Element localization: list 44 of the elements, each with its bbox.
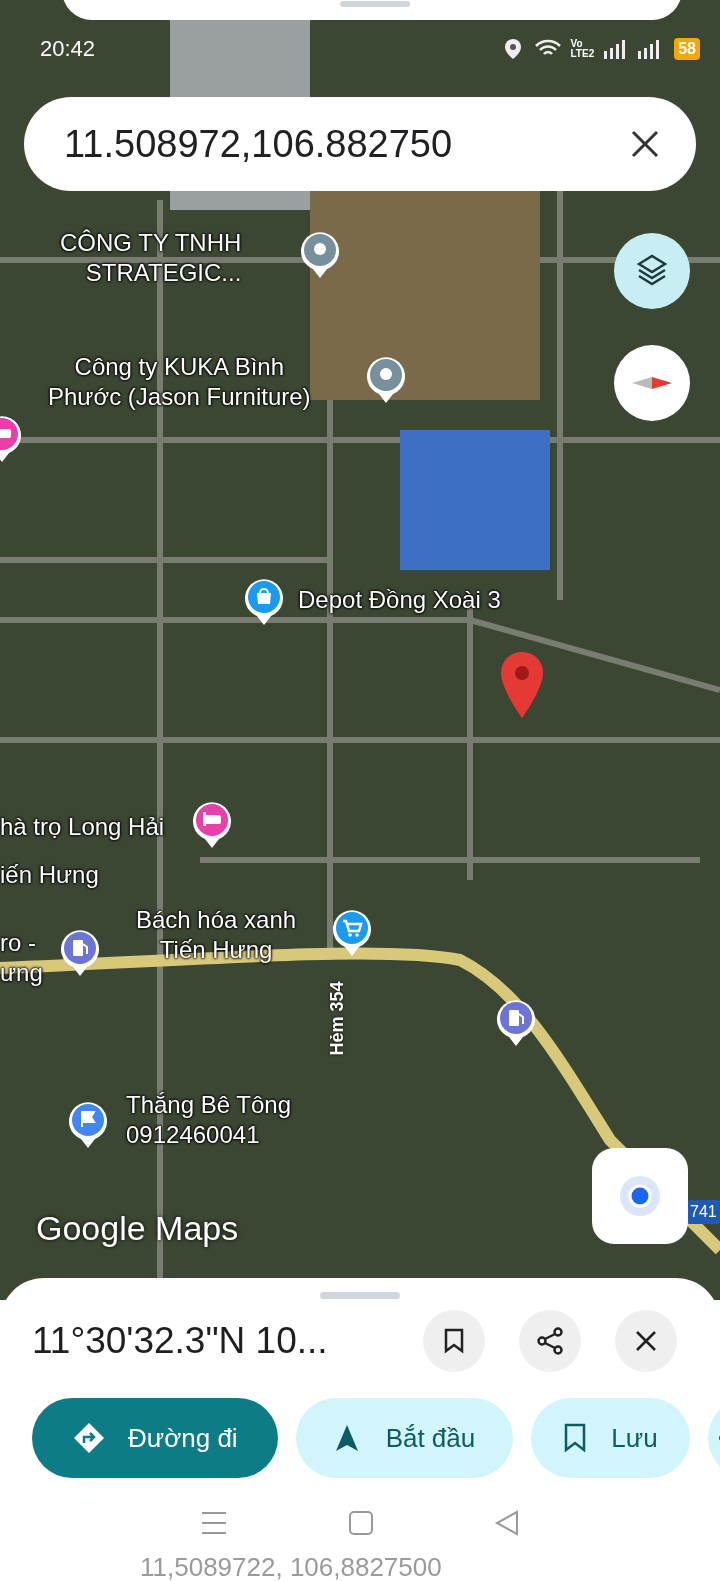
search-field[interactable]: 11.508972,106.882750 — [24, 97, 696, 191]
cart-pin-icon[interactable] — [332, 908, 372, 958]
route-shield: 741 — [686, 1200, 720, 1224]
drag-handle[interactable] — [340, 1, 410, 7]
save-button[interactable]: Lưu — [531, 1398, 690, 1478]
generic-pin-icon[interactable] — [366, 355, 406, 405]
bookmark-icon — [443, 1328, 465, 1354]
coordinates-title: 11°30'32.3"N 10... — [32, 1319, 329, 1364]
flag-pin-icon[interactable] — [68, 1100, 108, 1150]
location-dot-icon — [618, 1174, 662, 1218]
battery-level: 58 — [674, 37, 700, 60]
generic-pin-icon[interactable] — [300, 230, 340, 280]
layers-icon — [635, 254, 669, 288]
shop-pin-icon[interactable] — [244, 577, 284, 627]
faded-coordinates: 11,5089722, 106,8827500 — [140, 1551, 442, 1581]
close-icon — [635, 1330, 657, 1352]
home-icon[interactable] — [348, 1510, 374, 1536]
lte-label: LTE2 — [570, 48, 595, 59]
gas-pin-icon[interactable] — [60, 928, 100, 978]
place-label[interactable]: Công ty KUKA Bình Phước (Jason Furniture) — [48, 352, 311, 412]
menu-icon[interactable] — [200, 1510, 228, 1536]
place-label[interactable]: Depot Đồng Xoài 3 — [298, 585, 501, 615]
hotel-pin-icon[interactable] — [192, 800, 232, 850]
place-label[interactable]: CÔNG TY TNHH STRATEGIC... — [60, 228, 242, 288]
directions-button[interactable]: Đường đi — [32, 1398, 278, 1478]
place-label[interactable]: hà trọ Long Hải — [0, 812, 165, 842]
volte-label: Vo — [570, 38, 584, 49]
share-icon — [536, 1327, 564, 1355]
place-label[interactable]: iến Hưng — [0, 860, 99, 890]
place-label[interactable]: Thắng Bê Tông 0912460041 — [126, 1090, 291, 1150]
start-button[interactable]: Bắt đầu — [295, 1398, 514, 1478]
status-time: 20:42 — [40, 35, 96, 63]
location-icon — [504, 37, 523, 60]
my-location-button[interactable] — [592, 1148, 688, 1244]
search-value: 11.508972,106.882750 — [64, 121, 454, 167]
navigation-arrow-icon — [333, 1423, 360, 1453]
road-label: Hẻm 354 — [325, 981, 348, 1056]
sheet-handle[interactable] — [320, 1292, 400, 1299]
directions-icon — [72, 1421, 106, 1455]
close-icon[interactable] — [630, 129, 660, 159]
bookmark-icon — [563, 1423, 588, 1453]
back-icon[interactable] — [494, 1510, 520, 1536]
gas-pin-icon[interactable] — [496, 998, 536, 1048]
map-logo: Google Maps — [36, 1208, 239, 1249]
